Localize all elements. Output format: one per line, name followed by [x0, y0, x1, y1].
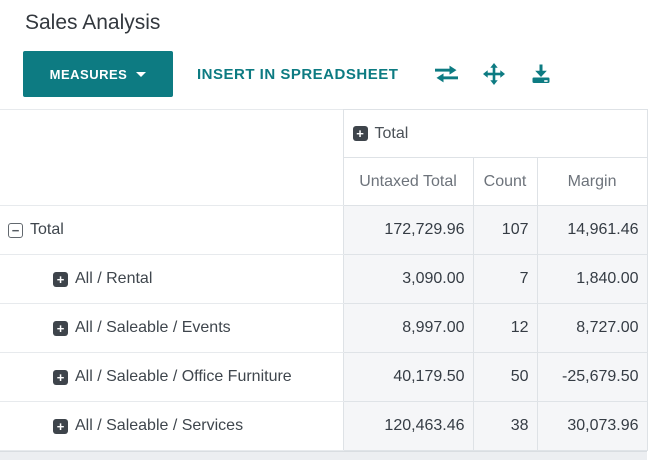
cell-count: 38 [472, 401, 538, 451]
cell-untaxed-total: 120,463.46 [342, 401, 474, 451]
four-arrows-glyph [483, 63, 506, 85]
row-label-text: All / Saleable / Services [75, 417, 244, 434]
sales-analysis-pivot-view: Sales Analysis MEASURES INSERT IN SPREAD… [0, 0, 653, 460]
measure-header-untaxed-total[interactable]: Untaxed Total [342, 157, 474, 206]
table-row: + All / Rental 3,090.00 7 1,840.00 [0, 254, 648, 304]
cell-count: 12 [472, 303, 538, 353]
measures-button[interactable]: MEASURES [23, 51, 173, 97]
collapse-row-icon[interactable]: − [8, 222, 23, 238]
flip-axis-icon[interactable] [434, 65, 459, 83]
table-row: − Total 172,729.96 107 14,961.46 [0, 205, 648, 255]
pivot-table-container: + Total Untaxed Total Count Margin − Tot… [0, 109, 648, 460]
pivot-toolbar: MEASURES INSERT IN SPREADSHEET [23, 51, 653, 97]
measures-button-label: MEASURES [49, 66, 128, 82]
caret-down-icon [136, 71, 147, 77]
pivot-table: + Total Untaxed Total Count Margin − Tot… [0, 109, 648, 451]
cell-count: 7 [472, 254, 538, 304]
expand-row-icon[interactable]: + [53, 369, 68, 385]
cell-margin: 8,727.00 [536, 303, 648, 353]
page-title: Sales Analysis [25, 11, 161, 34]
row-header-all-saleable-office-furniture[interactable]: + All / Saleable / Office Furniture [0, 352, 343, 402]
cell-margin: 14,961.46 [536, 205, 648, 255]
cell-untaxed-total: 8,997.00 [342, 303, 474, 353]
download-glyph [532, 64, 550, 83]
row-header-all-saleable-events[interactable]: + All / Saleable / Events [0, 303, 343, 353]
corner-cell [0, 109, 344, 206]
expand-row-icon[interactable]: + [53, 418, 68, 434]
column-group-header-row: + Total [0, 109, 648, 206]
next-row-partial-strip [0, 451, 647, 460]
column-group-label: Total [374, 124, 409, 142]
column-group-total-header[interactable]: + Total [343, 109, 648, 158]
download-icon[interactable] [531, 64, 551, 84]
cell-count: 50 [472, 352, 538, 402]
insert-in-spreadsheet-button[interactable]: INSERT IN SPREADSHEET [197, 66, 398, 83]
row-header-total[interactable]: − Total [0, 205, 343, 255]
table-row: + All / Saleable / Office Furniture 40,1… [0, 352, 648, 402]
cell-untaxed-total: 3,090.00 [342, 254, 474, 304]
cell-untaxed-total: 40,179.50 [342, 352, 474, 402]
cell-margin: -25,679.50 [536, 352, 648, 402]
row-header-all-saleable-services[interactable]: + All / Saleable / Services [0, 401, 343, 451]
flip-axis-glyph [435, 65, 459, 83]
expand-row-icon[interactable]: + [53, 320, 68, 336]
expand-column-icon[interactable]: + [352, 126, 368, 141]
cell-margin: 30,073.96 [536, 401, 648, 451]
expand-row-icon[interactable]: + [53, 271, 68, 287]
cell-count: 107 [472, 205, 538, 255]
measure-header-margin[interactable]: Margin [536, 157, 648, 206]
cell-untaxed-total: 172,729.96 [342, 205, 474, 255]
row-header-all-rental[interactable]: + All / Rental [0, 254, 343, 304]
cell-margin: 1,840.00 [536, 254, 648, 304]
measure-header-count[interactable]: Count [472, 157, 538, 206]
row-label-text: All / Saleable / Events [75, 319, 231, 336]
expand-all-icon[interactable] [483, 63, 506, 85]
row-label-text: All / Rental [75, 270, 153, 287]
table-row: + All / Saleable / Services 120,463.46 3… [0, 401, 648, 451]
row-label-text: Total [30, 221, 64, 238]
table-row: + All / Saleable / Events 8,997.00 12 8,… [0, 303, 648, 353]
row-label-text: All / Saleable / Office Furniture [75, 368, 292, 385]
